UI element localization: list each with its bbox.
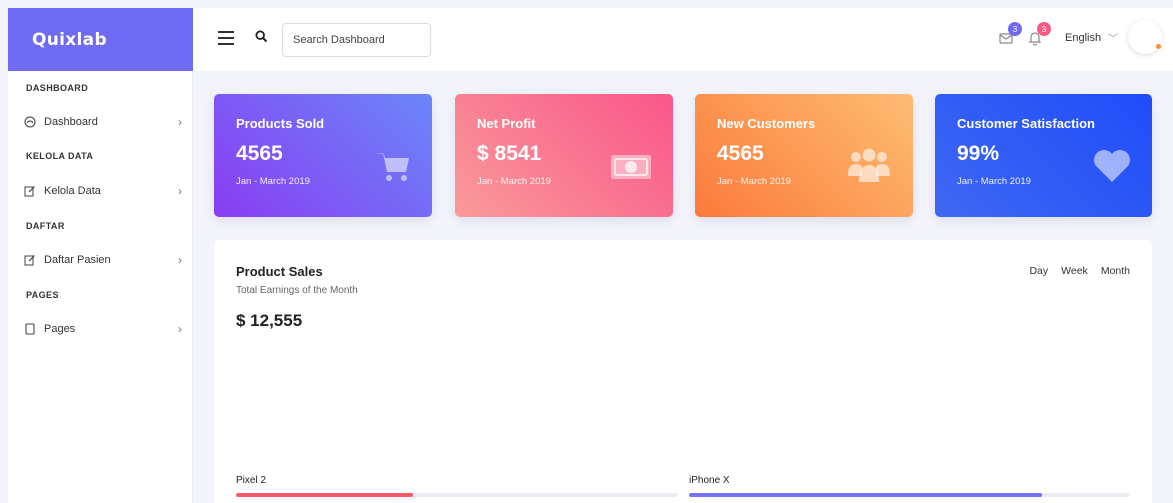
sidebar-heading-daftar: DAFTAR xyxy=(26,221,65,231)
gauge-icon xyxy=(22,116,38,128)
card-net-profit: Net Profit $ 8541 Jan - March 2019 xyxy=(455,94,673,217)
menu-toggle-icon[interactable] xyxy=(218,31,234,45)
range-tab-day[interactable]: Day xyxy=(1029,265,1048,277)
page-icon xyxy=(22,323,38,335)
money-icon xyxy=(611,155,651,179)
language-label: English xyxy=(1065,31,1102,44)
card-period: Jan - March 2019 xyxy=(957,176,1031,187)
edit-icon xyxy=(22,254,38,266)
card-products-sold: Products Sold 4565 Jan - March 2019 xyxy=(214,94,432,217)
brand-name: Quixlab xyxy=(32,29,107,50)
card-customer-satisfaction: Customer Satisfaction 99% Jan - March 20… xyxy=(935,94,1152,217)
sidebar-heading-kelola-data: KELOLA DATA xyxy=(26,151,94,161)
language-select[interactable]: English ﹀ xyxy=(1065,30,1119,46)
avatar[interactable] xyxy=(1128,20,1162,54)
card-value: 4565 xyxy=(236,142,283,165)
brand-logo[interactable]: Quixlab xyxy=(8,8,193,71)
sidebar-item-label: Dashboard xyxy=(44,116,98,128)
progress-bar-iphone-x xyxy=(689,493,1130,497)
progress-fill xyxy=(689,493,1042,497)
sidebar-heading-dashboard: DASHBOARD xyxy=(26,83,89,93)
progress-fill xyxy=(236,493,413,497)
card-title: Customer Satisfaction xyxy=(957,116,1095,131)
heart-icon xyxy=(1094,150,1130,182)
panel-title: Product Sales xyxy=(236,264,323,279)
search-icon[interactable] xyxy=(255,30,268,48)
chevron-right-icon: › xyxy=(178,322,182,336)
search-input[interactable] xyxy=(282,23,431,57)
range-tabs: Day Week Month xyxy=(1029,265,1130,277)
notification-badge: 3 xyxy=(1037,22,1051,36)
card-title: New Customers xyxy=(717,116,816,131)
users-icon xyxy=(848,148,890,182)
sidebar-item-dashboard[interactable]: Dashboard › xyxy=(22,112,182,132)
sidebar-item-daftar-pasien[interactable]: Daftar Pasien › xyxy=(22,250,182,270)
chevron-down-icon: ﹀ xyxy=(1108,34,1119,45)
sidebar-item-kelola-data[interactable]: Kelola Data › xyxy=(22,181,182,201)
chevron-right-icon: › xyxy=(178,115,182,129)
card-value: $ 8541 xyxy=(477,142,542,165)
product-label-iphone-x: iPhone X xyxy=(689,475,730,486)
chevron-right-icon: › xyxy=(178,253,182,267)
product-sales-panel: Product Sales Total Earnings of the Mont… xyxy=(214,240,1152,503)
panel-subtitle: Total Earnings of the Month xyxy=(236,285,358,296)
product-label-pixel-2: Pixel 2 xyxy=(236,475,267,486)
card-new-customers: New Customers 4565 Jan - March 2019 xyxy=(695,94,913,217)
total-earnings: $ 12,555 xyxy=(236,311,303,330)
sidebar: DASHBOARD Dashboard › KELOLA DATA Kelola… xyxy=(8,71,193,503)
card-period: Jan - March 2019 xyxy=(236,176,310,187)
card-period: Jan - March 2019 xyxy=(477,176,551,187)
sidebar-heading-pages: PAGES xyxy=(26,290,59,300)
range-tab-month[interactable]: Month xyxy=(1101,265,1130,277)
top-edge xyxy=(0,0,1173,8)
top-header: 3 3 English ﹀ xyxy=(193,8,1173,71)
card-value: 99% xyxy=(957,142,1000,165)
cart-icon xyxy=(376,153,409,181)
card-title: Products Sold xyxy=(236,116,325,131)
sidebar-item-label: Pages xyxy=(44,323,76,335)
card-value: 4565 xyxy=(717,142,764,165)
card-period: Jan - March 2019 xyxy=(717,176,791,187)
sidebar-item-label: Daftar Pasien xyxy=(44,254,111,266)
range-tab-week[interactable]: Week xyxy=(1061,265,1088,277)
mail-badge: 3 xyxy=(1008,22,1022,36)
status-dot xyxy=(1156,44,1161,49)
mail-button[interactable]: 3 xyxy=(998,22,1022,48)
progress-bar-pixel-2 xyxy=(236,493,678,497)
sidebar-item-pages[interactable]: Pages › xyxy=(22,319,182,339)
card-title: Net Profit xyxy=(477,116,536,131)
sidebar-item-label: Kelola Data xyxy=(44,185,101,197)
edit-icon xyxy=(22,185,38,197)
notifications-button[interactable]: 3 xyxy=(1027,22,1051,48)
chevron-right-icon: › xyxy=(178,184,182,198)
